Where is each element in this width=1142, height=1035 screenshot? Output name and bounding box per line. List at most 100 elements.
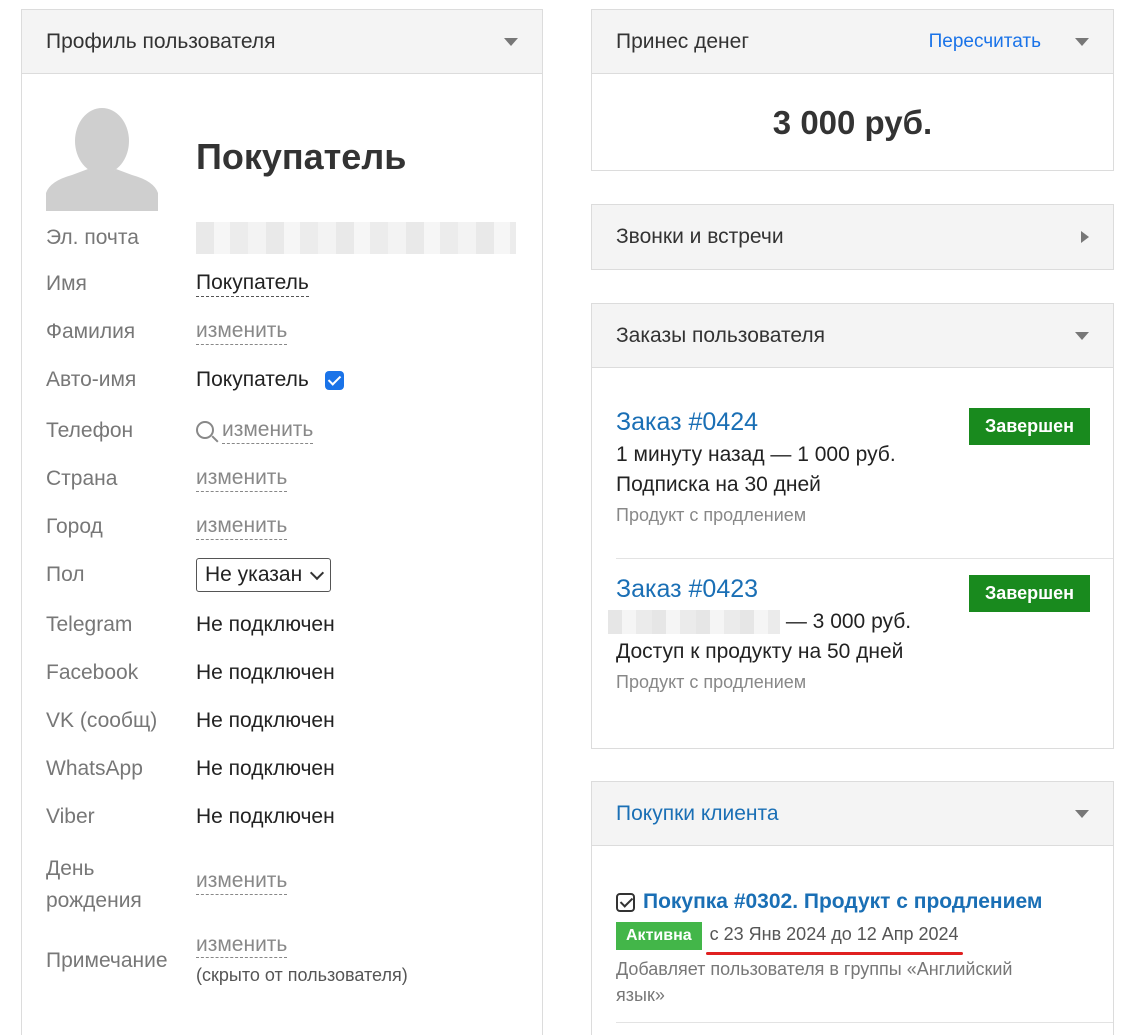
email-label: Эл. почта bbox=[46, 226, 139, 249]
telegram-label: Telegram bbox=[46, 613, 133, 636]
order-divider bbox=[616, 558, 1113, 559]
city-label: Город bbox=[46, 515, 103, 538]
last-name-row: Фамилия изменить bbox=[46, 319, 526, 345]
viber-label: Viber bbox=[46, 805, 95, 828]
facebook-label: Facebook bbox=[46, 661, 139, 684]
order-time-blurred bbox=[608, 610, 780, 635]
last-name-edit-link[interactable]: изменить bbox=[196, 319, 288, 345]
order-product: Подписка на 30 дней bbox=[616, 473, 821, 496]
telegram-row: Telegram Не подключен bbox=[46, 613, 526, 637]
collapse-caret-icon[interactable] bbox=[504, 37, 518, 46]
note-label: Примечание bbox=[46, 949, 168, 972]
viber-value: Не подключен bbox=[196, 805, 335, 828]
auto-name-label: Авто-имя bbox=[46, 368, 137, 391]
facebook-row: Facebook Не подключен bbox=[46, 661, 526, 685]
facebook-value: Не подключен bbox=[196, 661, 335, 684]
country-label: Страна bbox=[46, 467, 118, 490]
purchase-divider bbox=[616, 1022, 1113, 1023]
auto-name-row: Авто-имя Покупатель bbox=[46, 368, 526, 392]
profile-panel-header[interactable]: Профиль пользователя bbox=[22, 10, 542, 74]
orders-panel-title: Заказы пользователя bbox=[616, 323, 825, 347]
calls-panel-header[interactable]: Звонки и встречи bbox=[592, 205, 1113, 269]
first-name-value[interactable]: Покупатель bbox=[196, 271, 309, 297]
purchase-description: Добавляет пользователя в группы «Английс… bbox=[616, 959, 1013, 1005]
gender-label: Пол bbox=[46, 563, 85, 586]
first-name-label: Имя bbox=[46, 272, 87, 295]
birthday-row: День рождения изменить bbox=[46, 853, 526, 917]
purchase-link[interactable]: Покупка #0302. Продукт с продлением bbox=[643, 890, 1042, 914]
order-time-amount: 1 минуту назад — 1 000 руб. bbox=[616, 443, 896, 466]
purchase-item: Покупка #0302. Продукт с продлением Акти… bbox=[616, 890, 1096, 1008]
avatar-placeholder-icon bbox=[46, 101, 158, 211]
vk-row: VK (сообщ) Не подключен bbox=[46, 709, 526, 733]
order-product-type: Продукт с продлением bbox=[616, 672, 807, 693]
order-time-amount-row: — 3 000 руб. bbox=[608, 610, 1090, 635]
money-panel-title: Принес денег bbox=[616, 29, 749, 53]
order-product: Доступ к продукту на 50 дней bbox=[616, 640, 904, 664]
calls-panel-title: Звонки и встречи bbox=[616, 225, 784, 248]
purchase-meta: Активна с 23 Янв 2024 до 12 Апр 2024 bbox=[616, 922, 1096, 955]
birthday-label-line2: рождения bbox=[46, 889, 142, 912]
note-edit-link[interactable]: изменить bbox=[196, 933, 288, 958]
gender-row: Пол Не указан bbox=[46, 558, 526, 592]
purchase-dates: с 23 Янв 2024 до 12 Апр 2024 bbox=[705, 923, 963, 955]
email-value-blurred bbox=[196, 222, 516, 254]
vk-value: Не подключен bbox=[196, 709, 335, 732]
purchases-panel-header[interactable]: Покупки клиента bbox=[592, 782, 1113, 846]
auto-name-checkbox[interactable] bbox=[324, 370, 344, 390]
purchases-panel-title[interactable]: Покупки клиента bbox=[616, 802, 1075, 826]
city-row: Город изменить bbox=[46, 514, 526, 540]
orders-panel-header[interactable]: Заказы пользователя bbox=[592, 304, 1113, 368]
country-row: Страна изменить bbox=[46, 466, 526, 492]
order-status-badge: Завершен bbox=[968, 575, 1090, 612]
purchases-panel: Покупки клиента Покупка #0302. Продукт с… bbox=[591, 781, 1114, 1035]
email-row: Эл. почта bbox=[46, 222, 526, 254]
order-amount: — 3 000 руб. bbox=[785, 610, 912, 633]
note-hint: (скрыто от пользователя) bbox=[196, 965, 408, 985]
viber-row: Viber Не подключен bbox=[46, 805, 526, 829]
first-name-row: Имя Покупатель bbox=[46, 271, 526, 297]
city-edit-link[interactable]: изменить bbox=[196, 514, 288, 540]
vk-label: VK (сообщ) bbox=[46, 709, 158, 732]
last-name-label: Фамилия bbox=[46, 320, 136, 343]
auto-name-value: Покупатель bbox=[196, 368, 309, 391]
collapse-caret-icon[interactable] bbox=[1075, 809, 1089, 818]
purchase-dates-text: с 23 Янв 2024 до 12 Апр 2024 bbox=[709, 923, 959, 944]
calls-panel[interactable]: Звонки и встречи bbox=[591, 204, 1114, 270]
search-icon[interactable] bbox=[196, 421, 214, 439]
birthday-label-line1: День bbox=[46, 857, 95, 880]
profile-panel-title: Профиль пользователя bbox=[46, 29, 276, 53]
order-item: Заказ #0424 Завершен 1 минуту назад — 1 … bbox=[616, 408, 1090, 526]
phone-label: Телефон bbox=[46, 419, 134, 442]
check-square-icon bbox=[616, 892, 635, 912]
country-edit-link[interactable]: изменить bbox=[196, 466, 288, 492]
order-status-badge: Завершен bbox=[968, 408, 1090, 445]
money-amount: 3 000 руб. bbox=[772, 104, 933, 141]
profile-name: Покупатель bbox=[196, 136, 407, 177]
expand-caret-icon[interactable] bbox=[1081, 231, 1089, 243]
recalculate-link[interactable]: Пересчитать bbox=[929, 31, 1041, 53]
telegram-value: Не подключен bbox=[196, 613, 335, 636]
phone-edit-link[interactable]: изменить bbox=[222, 418, 314, 444]
gender-select-value: Не указан bbox=[205, 563, 303, 586]
whatsapp-row: WhatsApp Не подключен bbox=[46, 757, 526, 781]
birthday-label: День рождения bbox=[46, 853, 196, 917]
collapse-caret-icon[interactable] bbox=[1075, 37, 1089, 46]
orders-panel: Заказы пользователя Заказ #0424 Завершен… bbox=[591, 303, 1114, 749]
order-product-type: Продукт с продлением bbox=[616, 505, 807, 525]
gender-select[interactable]: Не указан bbox=[196, 558, 332, 592]
birthday-edit-link[interactable]: изменить bbox=[196, 869, 288, 895]
purchase-status-badge: Активна bbox=[616, 922, 702, 950]
profile-panel: Профиль пользователя Покупатель Эл. почт… bbox=[21, 9, 543, 1035]
highlight-underline bbox=[705, 951, 963, 955]
phone-row: Телефон изменить bbox=[46, 418, 526, 444]
money-panel-header: Принес денег Пересчитать bbox=[592, 10, 1113, 74]
money-panel: Принес денег Пересчитать 3 000 руб. bbox=[591, 9, 1114, 171]
note-value-group: изменить (скрыто от пользователя) bbox=[196, 933, 408, 986]
purchase-title-row: Покупка #0302. Продукт с продлением bbox=[616, 890, 1096, 914]
whatsapp-value: Не подключен bbox=[196, 757, 335, 780]
order-item: Заказ #0423 Завершен — 3 000 руб. Доступ… bbox=[608, 575, 1090, 693]
note-row: Примечание изменить (скрыто от пользоват… bbox=[46, 933, 526, 986]
whatsapp-label: WhatsApp bbox=[46, 757, 143, 780]
collapse-caret-icon[interactable] bbox=[1075, 331, 1089, 340]
